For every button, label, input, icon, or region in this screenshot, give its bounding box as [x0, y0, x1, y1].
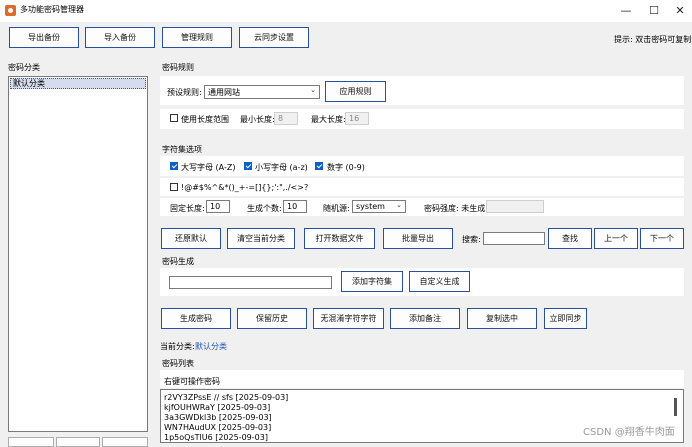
list-item[interactable]: WN7HAudUX [2025-09-03] [164, 423, 271, 432]
manage-rules-button[interactable]: 管理规则 [162, 27, 232, 48]
list-scrollbar[interactable] [674, 398, 677, 416]
list-heading: 密码列表 [162, 359, 194, 368]
generate-password-button[interactable]: 生成密码 [161, 308, 231, 329]
batch-export-button[interactable]: 批量导出 [383, 228, 453, 249]
custom-charset-input[interactable] [169, 276, 332, 289]
max-length-input[interactable]: 16 [345, 112, 369, 125]
strength-label: 密码强度: 未生成 [424, 204, 486, 213]
current-category-label: 当前分类: [160, 342, 195, 351]
prev-button[interactable]: 上一个 [594, 228, 638, 249]
search-input[interactable] [483, 232, 545, 245]
charset-heading: 字符集选项 [162, 145, 202, 154]
open-data-file-button[interactable]: 打开数据文件 [304, 228, 375, 249]
left-bottom-button-2[interactable] [56, 437, 100, 447]
keep-history-button[interactable]: 保留历史 [237, 308, 307, 329]
copy-hint: 提示: 双击密码可复制 [614, 35, 692, 44]
next-button[interactable]: 下一个 [640, 228, 684, 249]
cloud-sync-settings-button[interactable]: 云同步设置 [239, 27, 309, 48]
title-bar: 多功能密码管理器 — ☐ ✕ [0, 0, 692, 22]
list-item[interactable]: kjfOUHWRaY [2025-09-03] [164, 403, 270, 412]
lowercase-checkbox[interactable] [244, 162, 252, 170]
window-title: 多功能密码管理器 [20, 5, 84, 14]
list-hint-panel [160, 370, 684, 388]
export-backup-button[interactable]: 导出备份 [9, 27, 79, 48]
use-range-checkbox[interactable] [170, 114, 178, 122]
charset-panel [160, 156, 684, 176]
import-backup-button[interactable]: 导入备份 [85, 27, 155, 48]
watermark-text: CSDN @翔香牛肉面 [583, 427, 675, 438]
symbols-label: !@#$%^&*()_+-=[]{};':",./<>? [181, 183, 309, 192]
preset-value: 通用网站 [208, 87, 240, 97]
chevron-down-icon: ⌄ [396, 201, 402, 209]
digits-checkbox[interactable] [315, 162, 323, 170]
use-range-label: 使用长度范围 [181, 115, 229, 124]
add-note-button[interactable]: 添加备注 [390, 308, 460, 329]
category-item[interactable]: 默认分类 [10, 78, 146, 89]
maximize-button[interactable]: ☐ [640, 0, 668, 22]
list-item[interactable]: 3a3GWDkl3b [2025-09-03] [164, 413, 272, 422]
app-icon [5, 5, 16, 16]
copy-selected-button[interactable]: 复制选中 [467, 308, 537, 329]
strength-bar [486, 200, 544, 213]
rules-heading: 密码规则 [162, 63, 194, 72]
count-label: 生成个数: [247, 204, 282, 213]
lowercase-label: 小写字母 (a-z) [255, 163, 308, 172]
left-bottom-button-3[interactable] [102, 437, 148, 447]
close-button[interactable]: ✕ [666, 0, 692, 22]
category-list[interactable]: 默认分类 [8, 76, 148, 432]
apply-rule-button[interactable]: 应用规则 [325, 81, 386, 102]
length-count-panel [160, 198, 684, 216]
symbols-checkbox[interactable] [170, 183, 178, 191]
current-category-value: 默认分类 [195, 342, 227, 351]
clear-category-button[interactable]: 清空当前分类 [227, 228, 295, 249]
chevron-down-icon: ⌄ [310, 86, 316, 94]
search-label: 搜索: [462, 235, 481, 244]
min-length-label: 最小长度: [240, 115, 275, 124]
fixed-length-input[interactable]: 10 [206, 200, 230, 213]
list-item[interactable]: 1p5oQsTlU6 [2025-09-03] [164, 433, 268, 442]
min-length-input[interactable]: 8 [274, 112, 298, 125]
minimize-button[interactable]: — [612, 0, 640, 22]
digits-label: 数字 (0-9) [327, 163, 365, 172]
custom-generate-button[interactable]: 自定义生成 [409, 271, 470, 292]
length-range-panel [160, 109, 684, 129]
preset-label: 预设规则: [167, 88, 202, 97]
random-source-select[interactable]: system ⌄ [352, 200, 406, 213]
generate-heading: 密码生成 [162, 257, 194, 266]
sync-now-button[interactable]: 立即同步 [544, 308, 587, 329]
add-charset-button[interactable]: 添加字符集 [341, 271, 403, 292]
list-item[interactable]: r2VY3ZPssE // sfs [2025-09-03] [164, 393, 288, 402]
category-heading: 密码分类 [8, 63, 40, 72]
list-hint: 右键可操作密码 [164, 377, 220, 386]
random-source-label: 随机源: [323, 204, 350, 213]
random-source-value: system [356, 202, 385, 211]
uppercase-label: 大写字母 (A-Z) [181, 163, 236, 172]
fixed-length-label: 固定长度: [170, 204, 205, 213]
max-length-label: 最大长度: [311, 115, 346, 124]
count-input[interactable]: 10 [283, 200, 307, 213]
restore-default-button[interactable]: 还原默认 [161, 228, 221, 249]
no-confusing-chars-button[interactable]: 无混淆字符字符 [313, 308, 384, 329]
left-bottom-button-1[interactable] [8, 437, 54, 447]
preset-select[interactable]: 通用网站 ⌄ [204, 85, 320, 99]
uppercase-checkbox[interactable] [170, 162, 178, 170]
find-button[interactable]: 查找 [548, 228, 592, 249]
